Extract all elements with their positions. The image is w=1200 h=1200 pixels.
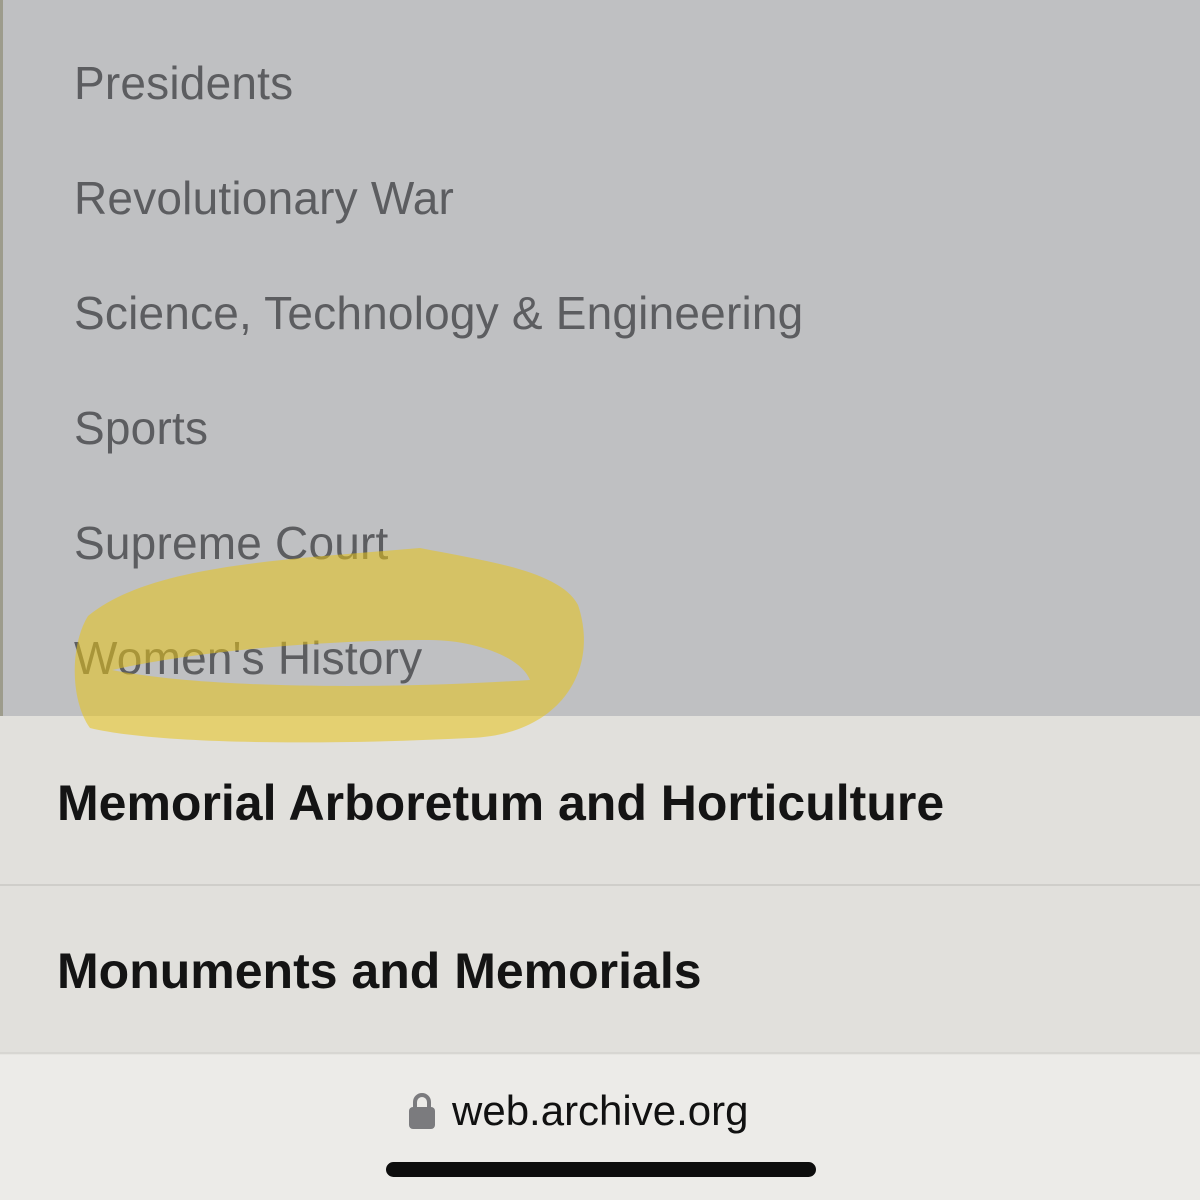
url-text: web.archive.org	[452, 1087, 749, 1134]
submenu-panel: Presidents Revolutionary War Science, Te…	[0, 0, 1200, 716]
submenu-item-presidents[interactable]: Presidents	[74, 56, 293, 110]
lock-icon	[409, 1093, 435, 1129]
submenu-item-supreme-court[interactable]: Supreme Court	[74, 516, 389, 570]
nav-item-label: Monuments and Memorials	[57, 943, 702, 999]
submenu-item-womens-history[interactable]: Women's History	[74, 631, 422, 685]
nav-item-label: Memorial Arboretum and Horticulture	[57, 775, 945, 831]
nav-item-memorial-arboretum[interactable]: Memorial Arboretum and Horticulture	[0, 716, 1200, 884]
submenu-item-revolutionary-war[interactable]: Revolutionary War	[74, 171, 454, 225]
submenu-item-sports[interactable]: Sports	[74, 401, 208, 455]
nav-item-monuments-memorials[interactable]: Monuments and Memorials	[0, 886, 1200, 1052]
url-display[interactable]: web.archive.org	[408, 1086, 748, 1136]
divider	[0, 1052, 1200, 1054]
submenu-item-science-technology-engineering[interactable]: Science, Technology & Engineering	[74, 286, 803, 340]
home-indicator[interactable]	[386, 1162, 816, 1177]
